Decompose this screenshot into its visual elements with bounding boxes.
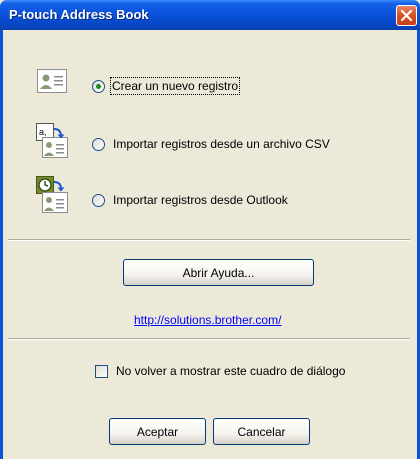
title-bar[interactable]: P-touch Address Book	[0, 0, 420, 30]
option-label-new-record[interactable]: Crear un nuevo registro	[109, 77, 241, 95]
separator	[8, 239, 410, 241]
radio-new-record[interactable]	[92, 80, 105, 93]
outlook-import-icon	[36, 176, 68, 213]
ok-button[interactable]: Aceptar	[109, 418, 206, 445]
open-help-button[interactable]: Abrir Ayuda...	[123, 259, 314, 286]
dialog-window: P-touch Address Book Crear un nuevo regi…	[0, 0, 420, 459]
close-button[interactable]	[396, 5, 417, 26]
new-record-icon	[37, 69, 67, 93]
csv-import-icon: a,	[36, 123, 68, 158]
option-label-csv-import[interactable]: Importar registros desde un archivo CSV	[113, 137, 330, 151]
close-icon	[401, 10, 412, 21]
window-title: P-touch Address Book	[9, 7, 149, 22]
separator	[8, 338, 410, 340]
radio-outlook-import[interactable]	[92, 194, 105, 207]
option-label-outlook-import[interactable]: Importar registros desde Outlook	[113, 193, 288, 207]
dont-show-again-checkbox[interactable]	[95, 365, 108, 378]
cancel-button[interactable]: Cancelar	[213, 418, 310, 445]
dont-show-again-label[interactable]: No volver a mostrar este cuadro de diálo…	[116, 364, 345, 378]
radio-csv-import[interactable]	[92, 138, 105, 151]
dialog-body: Crear un nuevo registro a, Importar regi…	[3, 30, 417, 459]
svg-text:a,: a,	[39, 127, 47, 137]
brother-solutions-link[interactable]: http://solutions.brother.com/	[134, 313, 281, 327]
